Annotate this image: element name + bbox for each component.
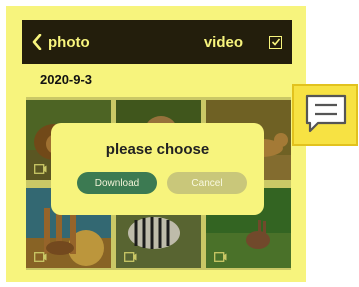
- dialog-title: please choose: [105, 141, 210, 158]
- video-tab[interactable]: video: [204, 34, 243, 51]
- checkbox-checked-icon[interactable]: [269, 35, 282, 49]
- chevron-left-icon: [32, 34, 42, 50]
- message-button[interactable]: [292, 84, 358, 146]
- back-label: photo: [48, 33, 90, 51]
- back-button[interactable]: photo: [32, 34, 90, 51]
- message-icon: [305, 94, 347, 133]
- choose-dialog: please choose Download Cancel: [51, 123, 264, 215]
- top-bar: photo video: [22, 20, 292, 64]
- cancel-button[interactable]: Cancel: [167, 172, 247, 194]
- date-group-label: 2020-9-3: [40, 72, 93, 87]
- download-button[interactable]: Download: [77, 172, 157, 194]
